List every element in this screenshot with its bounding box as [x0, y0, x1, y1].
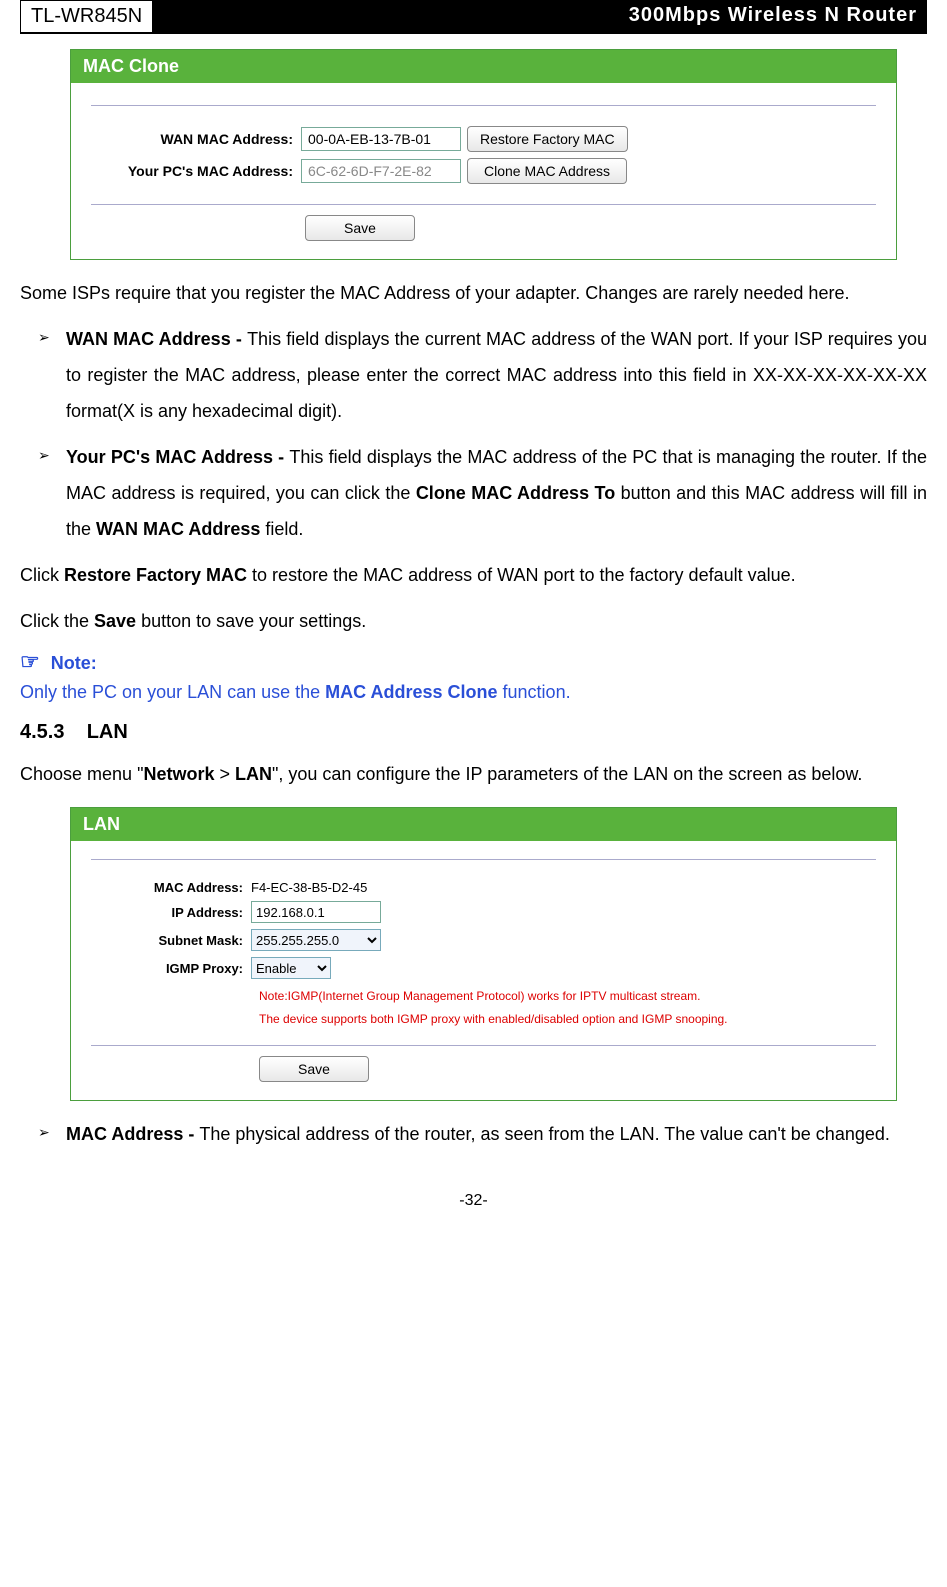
bullet-pc-mac: Your PC's MAC Address - This field displ… — [20, 439, 927, 547]
save-paragraph: Click the Save button to save your setti… — [20, 603, 927, 639]
lan-mac-row: MAC Address: F4-EC-38-B5-D2-45 — [91, 880, 876, 895]
pc-mac-label: Your PC's MAC Address: — [91, 163, 301, 179]
igmp-note-1: Note:IGMP(Internet Group Management Prot… — [259, 985, 876, 1008]
panel-title: MAC Clone — [71, 50, 896, 83]
note-heading: ☞ Note: — [20, 649, 927, 675]
pc-mac-input — [301, 159, 461, 183]
bullet-wan-mac: WAN MAC Address - This field displays th… — [20, 321, 927, 429]
product-name: 300Mbps Wireless N Router — [153, 0, 927, 32]
wan-mac-row: WAN MAC Address: Restore Factory MAC — [91, 126, 876, 152]
lan-ip-row: IP Address: — [91, 901, 876, 923]
lan-igmp-select[interactable]: Enable — [251, 957, 331, 979]
bullet-lan-mac: MAC Address - The physical address of th… — [20, 1116, 927, 1152]
intro-paragraph: Some ISPs require that you register the … — [20, 275, 927, 311]
restore-factory-mac-button[interactable]: Restore Factory MAC — [467, 126, 628, 152]
model-number: TL-WR845N — [20, 0, 153, 32]
lan-panel: LAN MAC Address: F4-EC-38-B5-D2-45 IP Ad… — [70, 807, 897, 1101]
lan-subnet-select[interactable]: 255.255.255.0 — [251, 929, 381, 951]
panel-title: LAN — [71, 808, 896, 841]
lan-ip-label: IP Address: — [91, 905, 251, 920]
wan-mac-input[interactable] — [301, 127, 461, 151]
mac-clone-panel: MAC Clone WAN MAC Address: Restore Facto… — [70, 49, 897, 260]
pointing-hand-icon: ☞ — [20, 649, 40, 674]
igmp-note-2: The device supports both IGMP proxy with… — [259, 1008, 876, 1031]
lan-mac-label: MAC Address: — [91, 880, 251, 895]
lan-subnet-row: Subnet Mask: 255.255.255.0 — [91, 929, 876, 951]
note-text: Only the PC on your LAN can use the MAC … — [20, 675, 927, 709]
page-number: -32- — [20, 1192, 927, 1210]
lan-ip-input[interactable] — [251, 901, 381, 923]
lan-igmp-row: IGMP Proxy: Enable — [91, 957, 876, 979]
lan-mac-value: F4-EC-38-B5-D2-45 — [251, 880, 367, 895]
section-heading-lan: 4.5.3 LAN — [20, 721, 927, 744]
restore-paragraph: Click Restore Factory MAC to restore the… — [20, 557, 927, 593]
wan-mac-label: WAN MAC Address: — [91, 131, 301, 147]
lan-save-button[interactable]: Save — [259, 1056, 369, 1082]
lan-intro-paragraph: Choose menu "Network > LAN", you can con… — [20, 756, 927, 792]
lan-igmp-label: IGMP Proxy: — [91, 961, 251, 976]
clone-mac-address-button[interactable]: Clone MAC Address — [467, 158, 627, 184]
lan-subnet-label: Subnet Mask: — [91, 933, 251, 948]
page-header: TL-WR845N 300Mbps Wireless N Router — [20, 0, 927, 32]
pc-mac-row: Your PC's MAC Address: Clone MAC Address — [91, 158, 876, 184]
save-button[interactable]: Save — [305, 215, 415, 241]
